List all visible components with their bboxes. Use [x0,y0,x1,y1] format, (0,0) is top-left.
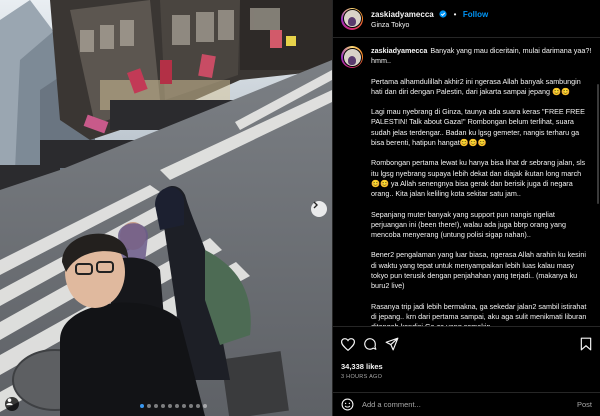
author-username[interactable]: zaskiadyamecca [371,10,434,19]
caption-paragraph: Rasanya trip jadi lebih bermakna, ga sek… [371,301,587,326]
comment-icon [364,338,377,350]
post-photo[interactable] [0,0,332,416]
user-tag-icon [6,398,13,406]
heart-icon [341,337,355,351]
post-location[interactable]: Ginza Tokyo [371,20,488,31]
caption-paragraph: Bener2 pengalaman yang luar biasa, ngera… [371,250,588,291]
carousel-dot [154,404,158,408]
carousel-dot [140,404,144,408]
carousel-dot [147,404,151,408]
avatar[interactable] [341,7,363,30]
tagged-users-button[interactable] [5,397,19,411]
follow-button[interactable]: Follow [463,10,488,19]
comment-input[interactable]: Add a comment... [362,400,577,409]
comment-button[interactable] [363,337,377,351]
chevron-right-icon [313,201,318,209]
caption-scrollbar[interactable] [597,84,599,204]
street-selfie-image [0,0,332,416]
post-header: zaskiadyamecca • Follow Ginza Tokyo [333,0,600,38]
caption-paragraph: Rombongan pertama lewat ku hanya bisa li… [371,158,588,199]
carousel-dot [182,404,186,408]
caption-avatar[interactable] [341,46,363,68]
carousel-dot [189,404,193,408]
share-button[interactable] [385,337,399,351]
post-timestamp[interactable]: 3 HOURS AGO [341,374,592,380]
caption-paragraph: Pertama alhamdulillah akhir2 ini ngerasa… [371,76,583,96]
caption-paragraph: Sepanjang muter banyak yang support pun … [371,209,568,240]
post-actions: 34,338 likes 3 HOURS AGO [333,326,600,392]
bookmark-icon [580,337,592,351]
verified-badge-icon [439,9,447,18]
emoji-icon [341,398,354,411]
carousel-indicator [140,404,207,408]
share-icon [385,337,399,351]
like-count[interactable]: 34,338 likes [341,362,592,371]
carousel-dot [203,404,207,408]
header-separator: • [453,9,457,19]
carousel-dot [175,404,179,408]
caption-paragraph: Lagi mau nyebrang di Ginza, taunya ada s… [371,107,587,148]
carousel-dot [196,404,200,408]
caption-username[interactable]: zaskiadyamecca [371,46,427,55]
carousel-dot [161,404,165,408]
like-button[interactable] [341,337,355,351]
post-detail-panel: zaskiadyamecca • Follow Ginza Tokyo zask… [332,0,600,416]
caption-text: zaskiadyamecca Banyak yang mau diceritain… [371,46,592,326]
comment-bar: Add a comment... Post [333,392,600,416]
save-button[interactable] [580,337,592,351]
carousel-dot [168,404,172,408]
emoji-button[interactable] [341,398,354,411]
next-photo-button[interactable] [311,201,327,217]
post-comment-button[interactable]: Post [577,400,592,409]
caption-area[interactable]: zaskiadyamecca Banyak yang mau diceritain… [333,38,600,326]
